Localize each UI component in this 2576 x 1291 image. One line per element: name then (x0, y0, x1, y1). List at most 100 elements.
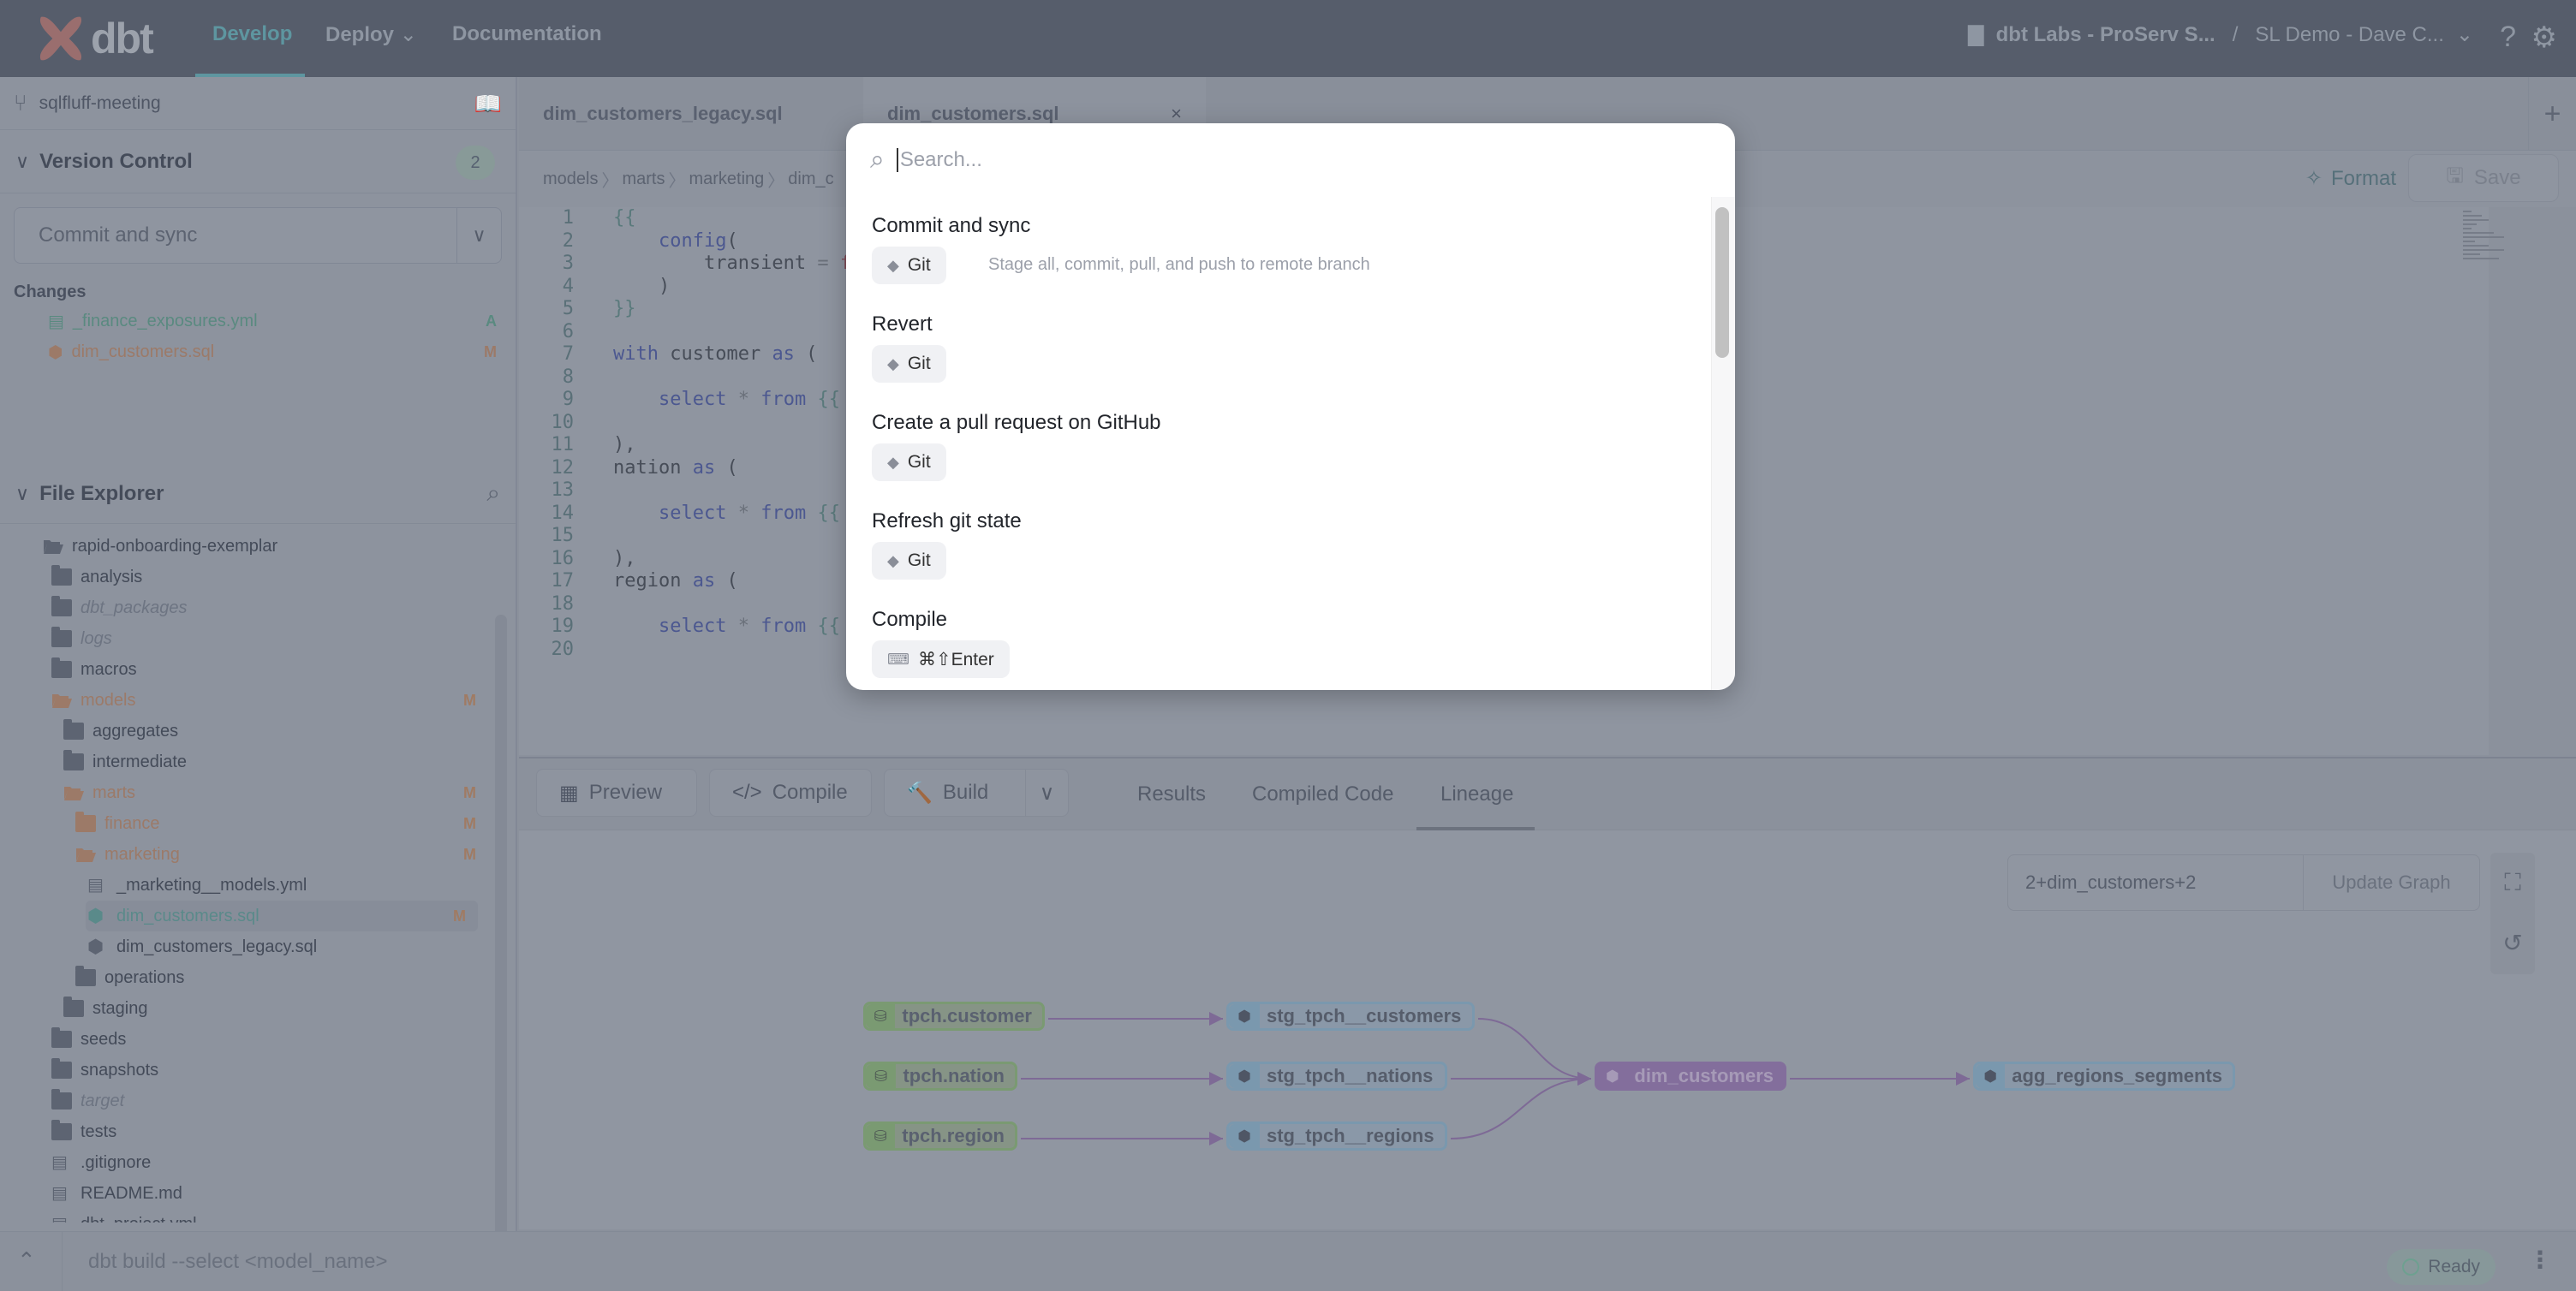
line-number: 5 (562, 298, 574, 319)
file-status-modified: M (463, 783, 476, 801)
lineage-node[interactable]: ⬢ stg_tpch__regions (1226, 1121, 1447, 1151)
tab-label: dim_customers.sql (887, 103, 1059, 124)
file-tree-item[interactable]: snapshots (0, 1055, 488, 1086)
chevron-down-icon[interactable]: ∨ (456, 208, 501, 263)
palette-item[interactable]: Commit and sync ◆ Git Stage all, commit, pu… (846, 197, 1711, 295)
nav-develop[interactable]: Develop (212, 22, 292, 46)
project-switcher[interactable]: ▇ dbt Labs - ProServ S... / SL Demo - Da… (1968, 22, 2473, 47)
file-tree-item[interactable]: operations (0, 962, 488, 993)
file-tree-item[interactable]: staging (0, 993, 488, 1024)
lineage-node[interactable]: ⬢ stg_tpch__customers (1226, 1002, 1475, 1031)
file-tree-item[interactable]: ⬢ dim_customers.sql M (86, 901, 478, 931)
file-tree-item[interactable]: dbt_packages (0, 592, 488, 623)
nav-documentation[interactable]: Documentation (452, 22, 602, 46)
file-tree-item[interactable]: aggregates (0, 716, 488, 747)
breadcrumb-item[interactable]: marketing (689, 170, 764, 189)
new-tab-button[interactable]: + (2528, 77, 2576, 151)
book-icon[interactable]: 📖 (474, 91, 502, 117)
status-badge: Ready (2387, 1249, 2496, 1285)
commit-and-sync-button[interactable]: Commit and sync ∨ (14, 207, 502, 264)
chevron-up-icon[interactable]: ⌃ (17, 1247, 36, 1274)
file-tree-scrollbar[interactable] (493, 613, 509, 1238)
lineage-node[interactable]: ⛁ tpch.customer (863, 1002, 1045, 1031)
more-options-icon[interactable]: ⋮ (2528, 1246, 2552, 1274)
reset-icon[interactable]: ↺ (2490, 913, 2535, 973)
tab-results[interactable]: Results (1137, 782, 1206, 806)
lineage-node[interactable]: ⛁ tpch.region (863, 1121, 1017, 1151)
file-tree-item[interactable]: macros (0, 654, 488, 685)
help-icon[interactable]: ? (2500, 21, 2516, 54)
scrollbar-thumb[interactable] (1715, 207, 1729, 358)
build-button[interactable]: 🔨 Build ∨ (884, 769, 1069, 817)
palette-item-title: Compile (872, 608, 948, 631)
file-tree-label: macros (80, 659, 137, 679)
palette-search-input[interactable] (896, 148, 1667, 172)
save-button[interactable]: 🖫 Save (2408, 154, 2559, 202)
preview-button[interactable]: ▦ Preview (536, 769, 697, 817)
file-tree-item[interactable]: ▤ .gitignore (0, 1147, 488, 1178)
file-tree-item[interactable]: analysis (0, 562, 488, 592)
chevron-right-icon: 〉 (668, 171, 686, 191)
compile-button[interactable]: </> Compile (709, 769, 872, 817)
file-tree-item[interactable]: ⬢ dim_customers_legacy.sql (0, 931, 488, 962)
dbt-logo[interactable]: dbt (36, 14, 154, 63)
code-text: ), (613, 434, 636, 455)
breadcrumb-item[interactable]: models (543, 170, 598, 189)
tab-lineage[interactable]: Lineage (1440, 782, 1513, 806)
command-input[interactable]: dbt build --select <model_name> (62, 1232, 2254, 1291)
line-number: 16 (551, 547, 575, 569)
lineage-node[interactable]: ⛁ tpch.nation (863, 1062, 1017, 1091)
tab-dim-customers-legacy[interactable]: dim_customers_legacy.sql (519, 77, 862, 151)
changes-count-badge: 2 (456, 146, 495, 180)
file-tree-item[interactable]: ▤ dbt_project.yml (0, 1209, 488, 1223)
format-button[interactable]: ✧ Format (2305, 166, 2396, 191)
lineage-selector-input[interactable]: 2+dim_customers+2 (2008, 872, 2303, 894)
database-icon: ⛁ (866, 1064, 897, 1088)
nav-deploy[interactable]: Deploy ⌄ (325, 22, 417, 47)
file-tree-label: marketing (104, 844, 180, 864)
file-tree-item[interactable]: models M (0, 685, 488, 716)
file-tree-item[interactable]: marts M (0, 777, 488, 808)
fullscreen-icon[interactable]: ⛶ (2490, 853, 2535, 913)
chevron-down-icon[interactable]: ∨ (1025, 770, 1068, 816)
update-graph-button[interactable]: Update Graph (2303, 855, 2479, 910)
file-explorer-title: File Explorer (39, 481, 164, 505)
lineage-node[interactable]: ⬢ stg_tpch__nations (1226, 1062, 1447, 1091)
change-file-name: _finance_exposures.yml (72, 311, 258, 330)
line-number: 14 (551, 502, 575, 524)
file-tree-item[interactable]: marketing M (0, 839, 488, 870)
folder-open-icon (43, 538, 63, 555)
file-tree-item[interactable]: rapid-onboarding-exemplar (0, 531, 488, 562)
palette-item[interactable]: Compile ⌨ ⌘⇧Enter (846, 591, 1711, 689)
keyboard-icon: ⌨ (887, 650, 909, 668)
gear-icon[interactable]: ⚙ (2531, 21, 2557, 55)
tab-compiled-code[interactable]: Compiled Code (1252, 782, 1393, 806)
file-tree-item[interactable]: finance M (0, 808, 488, 839)
file-explorer-header[interactable]: ∨ File Explorer ⌕ (0, 464, 516, 524)
file-tree-item[interactable]: ▤ README.md (0, 1178, 488, 1209)
scrollbar-thumb[interactable] (495, 615, 507, 1236)
palette-item[interactable]: Create a pull request on GitHub ◆ Git (846, 394, 1711, 492)
chevron-down-icon: ⌄ (399, 23, 417, 46)
lineage-node[interactable]: ⬢ agg_regions_segments (1973, 1062, 2235, 1091)
palette-item[interactable]: Refresh git state ◆ Git (846, 492, 1711, 591)
palette-item[interactable]: Revert ◆ Git (846, 295, 1711, 394)
version-control-header[interactable]: ∨ Version Control 2 (0, 130, 516, 193)
palette-scrollbar[interactable] (1711, 197, 1735, 690)
file-tree-item[interactable]: logs (0, 623, 488, 654)
search-icon[interactable]: ⌕ (486, 479, 500, 508)
breadcrumb-item[interactable]: dim_c (788, 170, 833, 189)
change-item[interactable]: ⬢ dim_customers.sql M (0, 336, 516, 367)
lineage-node[interactable]: ⬢ dim_customers (1595, 1062, 1786, 1091)
change-item[interactable]: ▤ _finance_exposures.yml A (0, 306, 516, 336)
file-tree-item[interactable]: seeds (0, 1024, 488, 1055)
breadcrumb-item[interactable]: marts (622, 170, 665, 189)
code-minimap[interactable] (2463, 211, 2514, 296)
file-tree-item[interactable]: intermediate (0, 747, 488, 777)
file-tree-item[interactable]: tests (0, 1116, 488, 1147)
file-tree-item[interactable]: target (0, 1086, 488, 1116)
file-tree-item[interactable]: ▤ _marketing__models.yml (0, 870, 488, 901)
close-icon[interactable]: × (1171, 103, 1182, 125)
lineage-selector: 2+dim_customers+2 Update Graph (2007, 854, 2480, 911)
palette-item-category: ⌨ ⌘⇧Enter (872, 640, 1010, 678)
